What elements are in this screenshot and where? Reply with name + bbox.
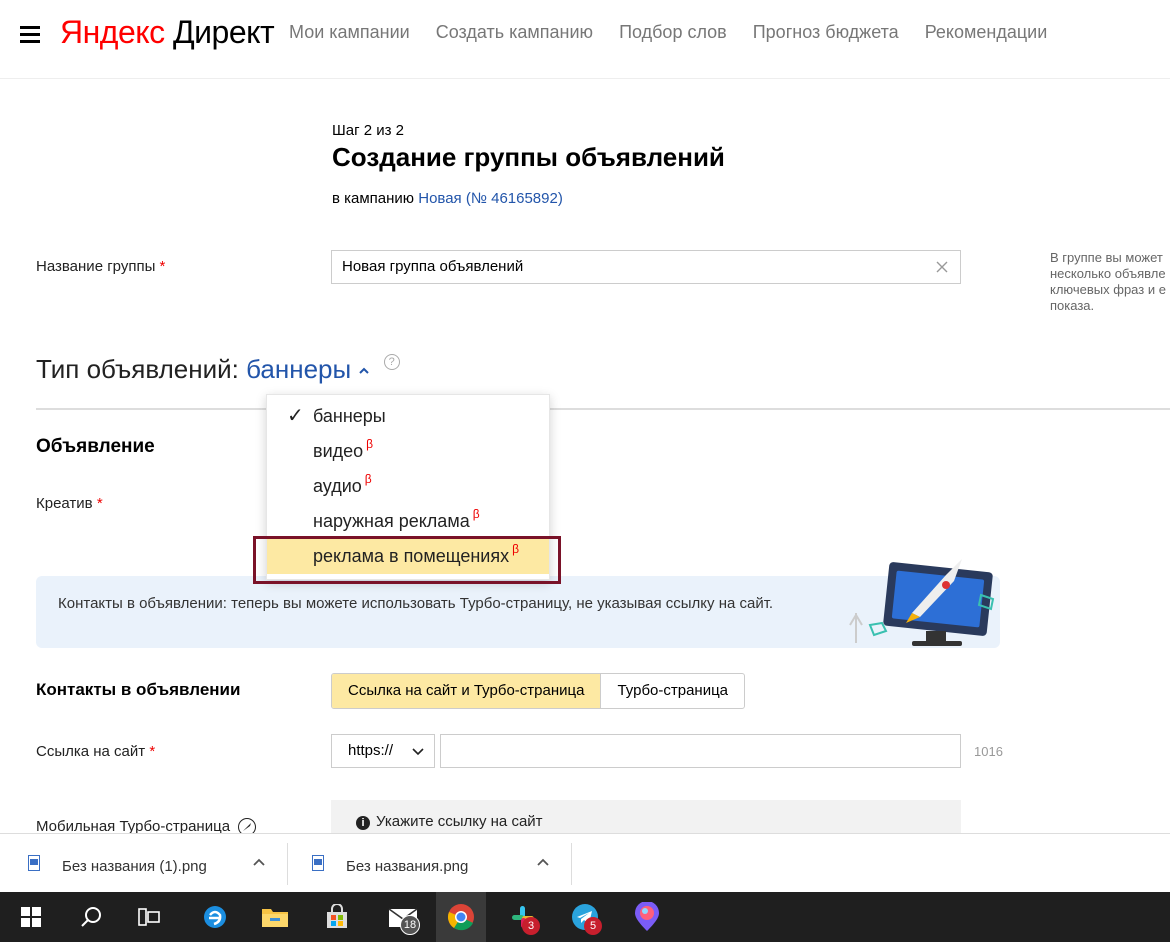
site-url-input[interactable] [440, 734, 961, 768]
mail-icon[interactable]: 18 [378, 892, 428, 942]
task-view-icon[interactable] [124, 892, 174, 942]
creative-label: Креатив * [36, 495, 103, 512]
nav-keyword-tool[interactable]: Подбор слов [619, 22, 727, 43]
download-name: Без названия.png [346, 858, 469, 875]
char-counter: 1016 [974, 744, 1003, 759]
option-banners[interactable]: ✓ баннеры [267, 399, 549, 434]
turbo-hint: i Укажите ссылку на сайт [356, 813, 543, 830]
download-item-2[interactable]: Без названия.png [312, 843, 562, 885]
option-audio[interactable]: аудио β [267, 469, 549, 504]
protocol-select[interactable]: https:// [331, 734, 435, 768]
edge-icon[interactable] [190, 892, 240, 942]
telegram-badge: 5 [584, 917, 602, 935]
nav-my-campaigns[interactable]: Мои кампании [289, 22, 410, 43]
info-banner-text: Контакты в объявлении: теперь вы можете … [58, 595, 774, 612]
group-side-note: В группе вы может несколько объявле ключ… [1050, 250, 1166, 313]
search-icon[interactable] [66, 892, 116, 942]
ad-type-selector[interactable]: баннеры [246, 354, 351, 384]
chrome-icon[interactable] [436, 892, 486, 942]
file-icon [312, 855, 324, 871]
step-indicator: Шаг 2 из 2 [332, 122, 405, 139]
file-icon [28, 855, 40, 871]
group-name-label: Название группы * [36, 258, 166, 275]
nav-recommendations[interactable]: Рекомендации [925, 22, 1048, 43]
contacts-section-title: Контакты в объявлении [36, 680, 241, 699]
beta-badge: β [364, 472, 372, 486]
group-name-input[interactable]: Новая группа объявлений [331, 250, 961, 284]
contacts-toggle: Ссылка на сайт и Турбо-страница Турбо-ст… [331, 673, 746, 709]
help-icon[interactable]: ? [383, 354, 400, 370]
annotation-highlight-box [253, 536, 561, 584]
campaign-link[interactable]: Новая (№ 46165892) [418, 190, 563, 207]
toggle-turbo-only[interactable]: Турбо-страница [601, 674, 744, 708]
beta-badge: β [472, 507, 480, 521]
nav-create-campaign[interactable]: Создать кампанию [436, 22, 593, 43]
info-icon: i [356, 816, 370, 830]
divider [287, 843, 288, 885]
campaign-line: в кампанию Новая (№ 46165892) [332, 190, 563, 207]
chevron-up-icon[interactable] [536, 857, 550, 867]
rocket-monitor-illustration [849, 559, 995, 646]
check-icon: ✓ [287, 405, 304, 427]
download-item-1[interactable]: Без названия (1).png [28, 843, 278, 885]
option-video[interactable]: видео β [267, 434, 549, 469]
divider [571, 843, 572, 885]
mail-badge: 18 [400, 915, 420, 935]
page-title: Создание группы объявлений [332, 142, 725, 172]
nav-budget-forecast[interactable]: Прогноз бюджета [753, 22, 899, 43]
logo-direct: Директ [173, 14, 275, 50]
main-nav: Мои кампании Создать кампанию Подбор сло… [289, 22, 1047, 43]
campaign-prefix: в кампанию [332, 190, 415, 207]
download-name: Без названия (1).png [62, 858, 207, 875]
logo-yandex: Яндекс [60, 14, 165, 50]
beta-badge: β [366, 437, 374, 451]
chevron-down-icon [412, 748, 424, 756]
option-outdoor[interactable]: наружная реклама β [267, 504, 549, 539]
divider [36, 408, 1170, 410]
ad-type-heading: Тип объявлений: баннеры ? [36, 354, 400, 385]
file-explorer-icon[interactable] [250, 892, 300, 942]
ad-section-title: Объявление [36, 436, 155, 457]
site-link-label: Ссылка на сайт * [36, 743, 156, 760]
yandex-browser-icon[interactable] [622, 892, 672, 942]
chevron-up-icon[interactable] [358, 366, 370, 376]
slack-icon[interactable]: 3 [498, 892, 548, 942]
clear-icon[interactable] [936, 261, 948, 273]
telegram-icon[interactable]: 5 [560, 892, 610, 942]
store-icon[interactable] [312, 892, 362, 942]
slack-badge: 3 [522, 917, 540, 935]
chevron-up-icon[interactable] [252, 857, 266, 867]
menu-icon[interactable] [20, 26, 40, 43]
logo[interactable]: Яндекс Директ [60, 14, 275, 51]
windows-start-icon[interactable] [6, 892, 56, 942]
toggle-site-and-turbo[interactable]: Ссылка на сайт и Турбо-страница [332, 674, 602, 708]
